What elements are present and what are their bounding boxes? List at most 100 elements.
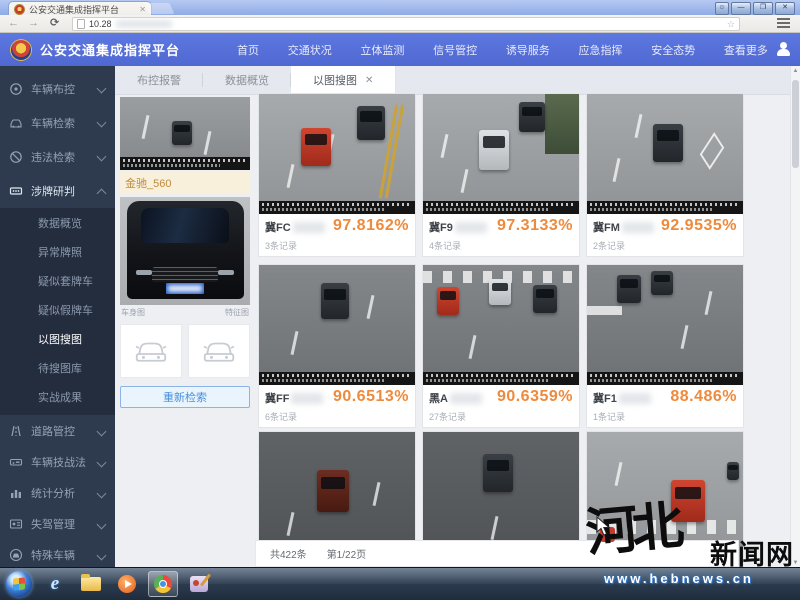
browser-menu-icon[interactable] [777,18,790,28]
record-count: 27条记录 [429,410,466,423]
result-photo [259,265,415,385]
crop-image-label: 特征图 [225,307,249,318]
tactics-icon [9,455,23,469]
main-content: 布控报警 数据概览 以图搜图✕ 金驰_560 车身图 特征图 [115,66,800,568]
chrome-icon[interactable] [148,571,178,597]
scroll-up-icon[interactable]: ▲ [792,68,799,74]
pagination-bar: 共422条 第1/22页 [255,540,739,567]
similarity-score: 90.6359% [497,388,573,406]
tab-data-overview[interactable]: 数据概览 [203,66,291,94]
windows-taskbar: e [0,567,800,600]
chart-icon [9,486,23,500]
nav-home[interactable]: 首页 [237,42,259,58]
window-minimize-button[interactable]: — [731,2,751,15]
nav-emergency-command[interactable]: 应急指挥 [579,42,623,58]
tab-image-search[interactable]: 以图搜图✕ [291,66,396,94]
nav-view-more[interactable]: 查看更多 [724,42,768,58]
ban-icon [9,150,23,164]
result-card[interactable]: 冀F1 88.486% 1条记录 [586,264,744,428]
file-explorer-icon[interactable] [76,571,106,597]
sidebar-item-violation-search[interactable]: 违法检索 [0,140,115,174]
new-tab-button[interactable] [143,3,174,14]
user-avatar-icon[interactable] [776,41,792,57]
query-vehicle-photo[interactable] [120,197,250,305]
nav-traffic-status[interactable]: 交通状况 [288,42,332,58]
result-card[interactable]: 冀F9 97.3133% 4条记录 [422,93,580,257]
similarity-score: 97.3133% [497,217,573,235]
submenu-abnormal-plates[interactable]: 异常牌照 [0,239,115,268]
internet-explorer-icon[interactable]: e [40,571,70,597]
window-maximize-button[interactable]: ❐ [753,2,773,15]
page-indicator: 第1/22页 [327,546,366,561]
browser-tab-title: 公安交通集成指挥平台 [29,3,119,16]
result-card[interactable]: 黑A 90.6359% 27条记录 [422,264,580,428]
sidebar-item-road-control[interactable]: 道路管控 [0,415,115,446]
plate-icon [9,184,23,198]
similarity-score: 88.486% [670,388,737,406]
record-count: 1条记录 [593,410,625,423]
media-player-icon[interactable] [112,571,142,597]
windows-logo-icon [13,577,25,590]
vehicle-slot-2[interactable] [188,324,250,378]
similarity-score: 90.6513% [333,388,409,406]
nav-guidance-service[interactable]: 诱导服务 [506,42,550,58]
result-card[interactable]: 冀FF 90.6513% 6条记录 [258,264,416,428]
sidebar-item-special-vehicles[interactable]: 特殊车辆 [0,539,115,568]
start-orb[interactable] [6,571,32,597]
sidebar-item-license-loss[interactable]: 失驾管理 [0,508,115,539]
submenu-image-search[interactable]: 以图搜图 [0,326,115,355]
vehicle-slot-1[interactable] [120,324,182,378]
nav-security-posture[interactable]: 安全态势 [651,42,695,58]
result-card[interactable]: 冀FC 97.8162% 3条记录 [258,93,416,257]
submenu-combat-results[interactable]: 实战成果 [0,384,115,413]
sidebar-item-plate-analysis[interactable]: 涉牌研判 [0,174,115,208]
sidebar-item-vehicle-search[interactable]: 车辆检索 [0,106,115,140]
result-photo [423,94,579,214]
police-badge-logo-icon [10,39,32,61]
redacted-url [116,20,172,28]
car-icon [9,116,23,130]
paint-icon[interactable] [184,571,214,597]
window-close-button[interactable]: ✕ [775,2,795,15]
app-title: 公安交通集成指挥平台 [40,40,180,59]
page-icon [77,19,85,29]
reload-button[interactable]: ⟳ [50,17,59,30]
plate-text: 黑A [429,390,482,406]
url-bar[interactable]: 10.28 ☆ [72,17,740,31]
plate-text: 冀FC [265,219,325,235]
similarity-score: 97.8162% [333,217,409,235]
query-scene-photo[interactable] [120,97,250,170]
research-button[interactable]: 重新检索 [120,386,250,408]
submenu-pending-image-library[interactable]: 待搜图库 [0,355,115,384]
profile-avatar-icon[interactable]: ☺ [715,2,729,15]
result-photo [587,265,743,385]
browser-tab[interactable]: 公安交通集成指挥平台 ✕ [8,1,152,16]
bookmark-star-icon[interactable]: ☆ [727,19,735,30]
scroll-down-icon[interactable]: ▼ [792,560,799,566]
nav-signal-control[interactable]: 信号管控 [433,42,477,58]
record-count: 6条记录 [265,410,297,423]
scrollbar-thumb[interactable] [792,80,799,168]
tab-control-alarm[interactable]: 布控报警 [115,66,203,94]
nav-3d-monitor[interactable]: 立体监测 [360,42,404,58]
tab-close-icon[interactable]: ✕ [365,75,373,86]
submenu-suspected-cloned-plate[interactable]: 疑似套牌车 [0,268,115,297]
sidebar-item-vehicle-control[interactable]: 车辆布控 [0,72,115,106]
forward-button[interactable]: → [28,17,39,30]
result-card[interactable]: 冀FM 92.9535% 2条记录 [586,93,744,257]
scrollbar[interactable]: ▲ ▼ [790,66,800,568]
sidebar-item-vehicle-tactics[interactable]: 车辆技战法 [0,446,115,477]
road-icon [9,424,23,438]
license-plate [166,283,204,294]
submenu-suspected-fake-plate[interactable]: 疑似假牌车 [0,297,115,326]
license-icon [9,517,23,531]
plate-text: 冀F9 [429,219,487,235]
query-source-name: 金驰_560 [120,172,250,194]
sidebar: 车辆布控 车辆检索 违法检索 涉牌研判 数据概览 异常牌照 疑似套牌车 疑似假牌… [0,66,115,568]
back-button[interactable]: ← [8,17,19,30]
sidebar-item-statistics[interactable]: 统计分析 [0,477,115,508]
result-photo [587,94,743,214]
record-count: 3条记录 [265,239,297,252]
submenu-data-overview[interactable]: 数据概览 [0,210,115,239]
special-car-icon [9,548,23,562]
